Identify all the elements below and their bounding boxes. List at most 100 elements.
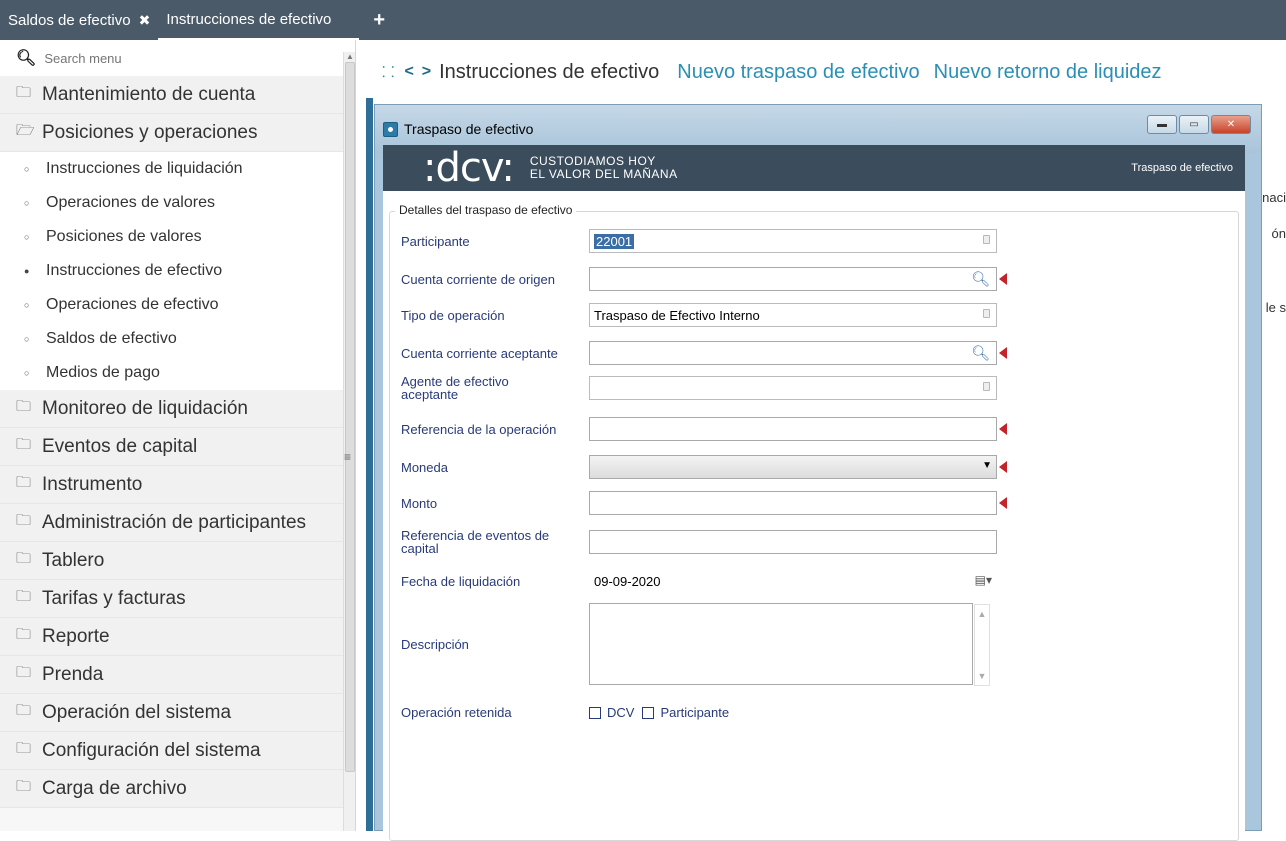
filled-circle-icon: ● (24, 266, 30, 276)
sidebar-item-prenda[interactable]: 🗀︎ Prenda (0, 656, 355, 694)
sidebar-subitem-operaciones-de-efectivo[interactable]: ○ Operaciones de efectivo (0, 288, 355, 322)
row-monto: Monto (401, 491, 1007, 515)
close-icon[interactable]: ✖ (139, 12, 151, 29)
search-icon[interactable]: 🔍︎ (971, 270, 990, 288)
dcv-banner: :dcv: CUSTODIAMOS HOY EL VALOR DEL MAÑAN… (383, 145, 1245, 191)
sidebar-subitem-label: Instrucciones de efectivo (46, 262, 223, 279)
sidebar-item-monitoreo-de-liquidacion[interactable]: 🗀︎ Monitoreo de liquidación (0, 390, 355, 428)
sidebar-item-operacion-del-sistema[interactable]: 🗀︎ Operación del sistema (0, 694, 355, 732)
minimize-button[interactable]: ▬ (1147, 115, 1177, 134)
new-liquidity-return-link[interactable]: Nuevo retorno de liquidez (934, 61, 1162, 84)
monto-field[interactable] (589, 491, 997, 515)
sidebar-item-tablero[interactable]: 🗀︎ Tablero (0, 542, 355, 580)
sidebar-subitem-saldos-de-efectivo[interactable]: ○ Saldos de efectivo (0, 322, 355, 356)
sidebar-item-label: Mantenimiento de cuenta (42, 83, 256, 105)
sidebar-subitem-operaciones-de-valores[interactable]: ○ Operaciones de valores (0, 186, 355, 220)
banner-tagline: CUSTODIAMOS HOY EL VALOR DEL MAÑANA (530, 155, 678, 181)
background-text: ón (1271, 226, 1286, 241)
sidebar-item-label: Configuración del sistema (42, 739, 261, 761)
maximize-button[interactable]: ▭ (1179, 115, 1209, 134)
circle-icon: ○ (24, 198, 30, 208)
referencia-label: Referencia de la operación (401, 421, 557, 437)
dcv-checkbox[interactable] (589, 706, 601, 719)
participante-checkbox-label: Participante (660, 705, 730, 720)
descripcion-label: Descripción (401, 636, 469, 652)
lock-icon (983, 382, 990, 391)
monto-label: Monto (401, 495, 438, 511)
textarea-scrollbar[interactable]: ▲ ▼ (974, 604, 990, 686)
scrollbar-thumb[interactable] (345, 62, 355, 772)
row-referencia: Referencia de la operación (401, 417, 1007, 441)
fieldset-legend: Detalles del traspaso de efectivo (395, 203, 577, 217)
descripcion-textarea[interactable]: ▲ ▼ (589, 603, 990, 686)
tab-label: Instrucciones de efectivo (166, 10, 332, 28)
folder-icon: 🗀︎ (16, 398, 32, 415)
row-participante: Participante 22001 (401, 229, 997, 253)
dcv-checkbox-label: DCV (607, 705, 635, 720)
back-icon[interactable]: < (404, 63, 413, 81)
add-tab-icon[interactable]: + (373, 9, 385, 32)
sidebar-item-label: Tablero (42, 549, 105, 571)
agente-aceptante-field[interactable] (589, 376, 997, 400)
circle-icon: ○ (24, 300, 30, 310)
resize-grip-icon[interactable]: ≡ (344, 450, 351, 464)
forward-icon[interactable]: > (422, 63, 431, 81)
sidebar-subitem-posiciones-de-valores[interactable]: ○ Posiciones de valores (0, 220, 355, 254)
sidebar-item-administracion-de-participantes[interactable]: 🗀︎ Administración de participantes (0, 504, 355, 542)
sidebar-item-label: Operación del sistema (42, 701, 232, 723)
cuenta-origen-label: Cuenta corriente de origen (401, 271, 555, 287)
new-cash-transfer-link[interactable]: Nuevo traspaso de efectivo (677, 61, 919, 84)
participante-field[interactable]: 22001 (589, 229, 997, 253)
moneda-select[interactable]: ▼ (589, 455, 997, 479)
sidebar-item-instrumento[interactable]: 🗀︎ Instrumento (0, 466, 355, 504)
search-icon: 🔍︎ (16, 50, 37, 67)
required-marker-icon (999, 497, 1007, 509)
sidebar-item-configuracion-del-sistema[interactable]: 🗀︎ Configuración del sistema (0, 732, 355, 770)
ref-eventos-label: Referencia de eventos de capital (401, 528, 550, 556)
fecha-value: 09-09-2020 (594, 573, 661, 589)
sidebar-subitem-medios-de-pago[interactable]: ○ Medios de pago (0, 356, 355, 390)
cuenta-origen-field[interactable]: 🔍︎ (589, 267, 997, 291)
page-title: Instrucciones de efectivo (439, 60, 660, 83)
sitemap-icon[interactable]: ⸬ (382, 62, 394, 82)
agente-aceptante-label: Agente de efectivo aceptante (401, 374, 509, 402)
banner-tagline-line2: EL VALOR DEL MAÑANA (529, 167, 678, 181)
tab-saldos-de-efectivo[interactable]: Saldos de efectivo ✖ (0, 0, 158, 40)
referencia-field[interactable] (589, 417, 997, 441)
sidebar-subitem-instrucciones-de-efectivo[interactable]: ● Instrucciones de efectivo (0, 254, 355, 288)
sidebar-item-label: Monitoreo de liquidación (42, 397, 248, 419)
required-marker-icon (999, 423, 1007, 435)
sidebar-subitem-label: Instrucciones de liquidación (46, 160, 243, 177)
sidebar-item-posiciones-y-operaciones[interactable]: 🗁︎ Posiciones y operaciones (0, 114, 355, 152)
sidebar-item-eventos-de-capital[interactable]: 🗀︎ Eventos de capital (0, 428, 355, 466)
sidebar-item-tarifas-y-facturas[interactable]: 🗀︎ Tarifas y facturas (0, 580, 355, 618)
sidebar-item-carga-de-archivo[interactable]: 🗀︎ Carga de archivo (0, 770, 355, 808)
sidebar-subitem-label: Posiciones de valores (46, 228, 202, 245)
cuenta-aceptante-field[interactable]: 🔍︎ (589, 341, 997, 365)
search-icon[interactable]: 🔍︎ (971, 344, 990, 362)
search-input[interactable] (44, 50, 295, 66)
chevron-down-icon[interactable]: ▼ (982, 460, 992, 471)
sidebar-subitem-instrucciones-de-liquidacion[interactable]: ○ Instrucciones de liquidación (0, 152, 355, 186)
sidebar-item-reporte[interactable]: 🗀︎ Reporte (0, 618, 355, 656)
participante-checkbox[interactable] (642, 706, 655, 719)
calendar-icon[interactable]: ▤▾ (975, 573, 992, 587)
required-marker-icon (999, 273, 1007, 285)
close-button[interactable]: ✕ (1211, 115, 1251, 134)
tipo-operacion-value: Traspaso de Efectivo Interno (594, 307, 760, 323)
fecha-field[interactable]: 09-09-2020 ▤▾ (589, 569, 997, 593)
row-ref-eventos: Referencia de eventos de capital (401, 529, 997, 555)
scroll-up-icon[interactable]: ▲ (346, 52, 354, 61)
dialog-title: Traspaso de efectivo (404, 121, 534, 137)
ref-eventos-field[interactable] (589, 530, 997, 554)
sidebar-item-mantenimiento-de-cuenta[interactable]: 🗀︎ Mantenimiento de cuenta (0, 76, 355, 114)
tab-instrucciones-de-efectivo[interactable]: Instrucciones de efectivo (158, 0, 360, 40)
sidebar-scrollbar[interactable]: ▲ (343, 52, 355, 831)
circle-icon: ○ (24, 334, 30, 344)
lock-icon (983, 309, 990, 318)
row-agente-aceptante: Agente de efectivo aceptante (401, 375, 997, 401)
dcv-logo: :dcv: (423, 145, 515, 191)
tipo-operacion-field[interactable]: Traspaso de Efectivo Interno (589, 303, 997, 327)
search-bar: 🔍︎ (0, 40, 355, 76)
sidebar-item-label: Prenda (42, 663, 104, 685)
